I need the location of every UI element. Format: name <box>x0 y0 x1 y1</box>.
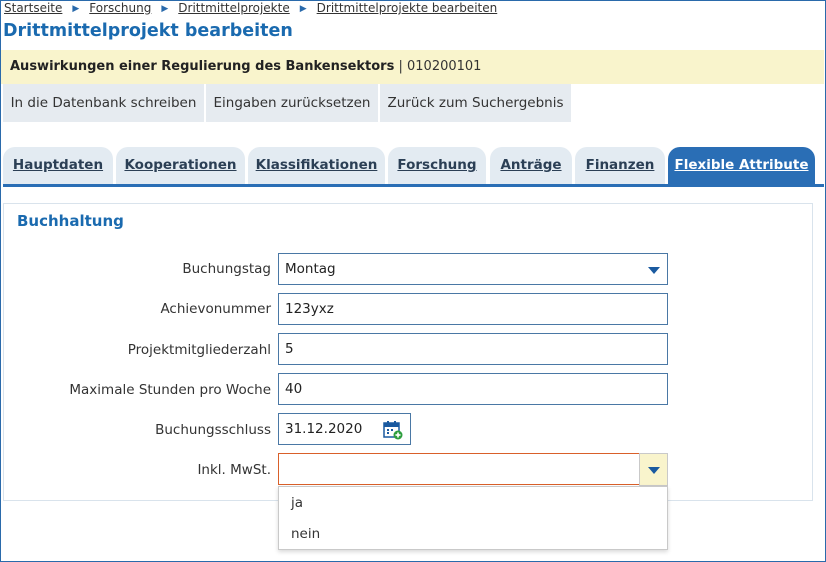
back-to-search-results-button[interactable]: Zurück zum Suchergebnis <box>380 84 571 122</box>
chevron-down-icon <box>648 267 660 274</box>
project-separator: | <box>398 59 403 74</box>
breadcrumb-drittmittelprojekte[interactable]: Drittmittelprojekte <box>178 1 289 15</box>
tab-finanzen[interactable]: Finanzen <box>575 147 665 184</box>
tab-forschung[interactable]: Forschung <box>388 147 486 184</box>
project-title: Auswirkungen einer Regulierung des Banke… <box>10 59 395 74</box>
calendar-add-icon[interactable] <box>383 420 403 440</box>
tab-kooperationen[interactable]: Kooperationen <box>116 147 245 184</box>
tab-divider <box>3 184 824 187</box>
buchungsschluss-label: Buchungsschluss <box>155 422 271 438</box>
max-stunden-label: Maximale Stunden pro Woche <box>69 382 271 398</box>
breadcrumb-separator-icon: ▶ <box>299 4 307 14</box>
buchungstag-value: Montag <box>285 261 336 277</box>
tab-klassifikationen[interactable]: Klassifikationen <box>248 147 385 184</box>
breadcrumb-bearbeiten[interactable]: Drittmittelprojekte bearbeiten <box>317 1 498 15</box>
mwst-combobox-input[interactable] <box>278 453 640 485</box>
reset-inputs-button[interactable]: Eingaben zurücksetzen <box>206 84 378 122</box>
tab-flexible-attribute[interactable]: Flexible Attribute <box>668 147 815 184</box>
mwst-dropdown-toggle[interactable] <box>639 453 668 486</box>
save-to-database-button[interactable]: In die Datenbank schreiben <box>3 84 204 122</box>
breadcrumb: Startseite ▶ Forschung ▶ Drittmittelprojekte… <box>4 1 497 15</box>
max-stunden-input[interactable]: 40 <box>278 373 668 405</box>
tab-hauptdaten[interactable]: Hauptdaten <box>3 147 113 184</box>
page-title: Drittmittelprojekt bearbeiten <box>3 21 293 41</box>
mwst-dropdown-list: ja nein <box>278 486 668 550</box>
tab-antraege[interactable]: Anträge <box>490 147 572 184</box>
project-info-bar: Auswirkungen einer Regulierung des Banke… <box>1 50 824 84</box>
breadcrumb-startseite[interactable]: Startseite <box>4 1 62 15</box>
breadcrumb-separator-icon: ▶ <box>72 4 80 14</box>
buchungstag-select[interactable]: Montag <box>278 253 668 285</box>
achievonummer-label: Achievonummer <box>160 301 271 317</box>
projektmitgliederzahl-input[interactable]: 5 <box>278 333 668 365</box>
buchungsschluss-value: 31.12.2020 <box>285 421 363 437</box>
buchungstag-label: Buchungstag <box>182 261 271 277</box>
buchungsschluss-date-input[interactable]: 31.12.2020 <box>278 413 411 445</box>
breadcrumb-separator-icon: ▶ <box>161 4 169 14</box>
project-number: 010200101 <box>407 59 482 74</box>
breadcrumb-forschung[interactable]: Forschung <box>89 1 151 15</box>
chevron-down-icon <box>648 467 660 474</box>
mwst-label: Inkl. MwSt. <box>197 462 271 478</box>
projektmitgliederzahl-label: Projektmitgliederzahl <box>127 342 271 358</box>
section-title: Buchhaltung <box>17 212 124 230</box>
achievonummer-input[interactable]: 123yxz <box>278 293 668 325</box>
mwst-option-ja[interactable]: ja <box>291 495 303 511</box>
mwst-option-nein[interactable]: nein <box>291 526 320 542</box>
